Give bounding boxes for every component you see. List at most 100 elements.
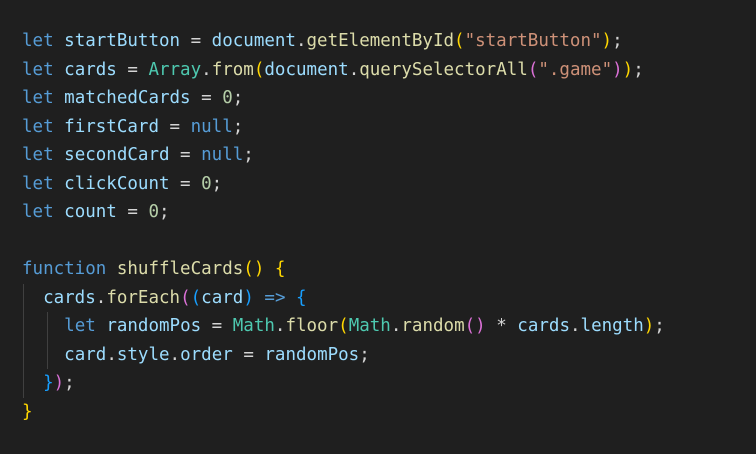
brace: { (296, 287, 307, 308)
operator: = (180, 31, 212, 51)
bracket: ) (243, 287, 254, 308)
object-name: cards (43, 287, 96, 308)
code-line-5: let secondCard = null; (22, 141, 756, 170)
object-name: document (211, 31, 296, 51)
code-line-6: let clickCount = 0; (22, 170, 756, 199)
property-name: order (180, 344, 233, 365)
keyword-let: let (22, 88, 54, 108)
bracket: ( (180, 287, 191, 308)
null-literal: null (190, 116, 233, 137)
class-name: Array (148, 59, 202, 80)
indent-guide (47, 340, 48, 369)
bracket: ( (253, 59, 265, 80)
keyword-let: let (22, 116, 54, 137)
operator: = (116, 59, 149, 80)
dot: . (106, 344, 117, 365)
keyword-let: let (22, 173, 54, 194)
indent-guide (23, 340, 24, 369)
code-editor[interactable]: let startButton = document.getElementByI… (0, 0, 756, 454)
semicolon: ; (159, 202, 170, 222)
dot: . (95, 287, 107, 308)
number-literal: 0 (201, 173, 212, 194)
code-line-11: let randomPos = Math.floor(Math.random()… (22, 312, 756, 341)
keyword-let: let (22, 31, 54, 51)
bracket: ) (612, 59, 623, 80)
variable-name: firstCard (64, 116, 159, 137)
semicolon: ; (211, 173, 223, 194)
indent-guide (23, 369, 24, 398)
class-name: Math (348, 316, 391, 336)
bracket: ( (190, 287, 202, 308)
bracket: ( (527, 59, 539, 80)
semicolon: ; (232, 116, 244, 137)
code-line-9: function shuffleCards() { (22, 255, 756, 284)
bracket: ) (622, 59, 634, 80)
dot: . (569, 316, 581, 336)
semicolon: ; (633, 59, 644, 80)
variable-name: secondCard (64, 145, 170, 165)
semicolon: ; (243, 145, 254, 165)
code-line-10: cards.forEach((card) => { (22, 283, 756, 312)
property-name: style (116, 344, 170, 365)
keyword-let: let (22, 59, 54, 80)
parameter-name: card (201, 287, 244, 308)
arrow-operator: => (264, 287, 286, 308)
code-line-13: }); (22, 369, 756, 398)
variable-name: clickCount (64, 173, 170, 194)
number-literal: 0 (148, 202, 159, 222)
property-name: length (580, 316, 644, 336)
operator: = (158, 116, 191, 137)
indent-guide (47, 312, 48, 341)
string-literal: ".game" (538, 59, 613, 80)
object-name: card (64, 344, 107, 365)
indent-guide (23, 312, 24, 341)
dot: . (201, 59, 212, 80)
bracket: () (243, 259, 265, 279)
class-name: Math (232, 316, 275, 336)
variable-name: startButton (64, 31, 181, 51)
bracket: ) (601, 31, 613, 51)
operator: = (169, 173, 202, 194)
bracket: ( (338, 316, 349, 336)
bracket: ) (643, 316, 655, 336)
code-line-7: let count = 0; (22, 198, 756, 227)
variable-name: randomPos (106, 316, 202, 336)
bracket: ) (53, 373, 65, 393)
code-line-12: card.style.order = randomPos; (22, 340, 756, 369)
operator: = (116, 202, 149, 222)
operator: = (232, 344, 265, 365)
code-line-2: let cards = Array.from(document.querySel… (22, 56, 756, 85)
semicolon: ; (654, 316, 665, 336)
bracket: () (464, 316, 486, 336)
dot: . (295, 31, 307, 51)
brace: { (274, 259, 286, 279)
object-name: cards (517, 316, 570, 336)
method-name: floor (285, 316, 339, 336)
semicolon: ; (359, 344, 370, 365)
dot: . (274, 316, 286, 336)
keyword-let: let (22, 145, 54, 165)
function-name: shuffleCards (116, 259, 244, 279)
dot: . (348, 59, 360, 80)
method-name: random (401, 316, 465, 336)
method-name: querySelectorAll (359, 59, 528, 80)
code-line-4: let firstCard = null; (22, 113, 756, 142)
operator: = (201, 316, 233, 336)
method-name: from (211, 59, 254, 80)
variable-name: cards (64, 59, 117, 80)
operator: = (169, 145, 202, 165)
string-literal: "startButton" (464, 31, 602, 51)
operator: * (485, 316, 518, 336)
code-line-14: } (22, 398, 756, 427)
variable-name: matchedCards (64, 88, 191, 108)
keyword-let: let (64, 316, 96, 336)
brace: } (43, 373, 54, 393)
method-name: forEach (106, 287, 181, 308)
object-name: document (264, 59, 349, 80)
dot: . (390, 316, 402, 336)
code-line-3: let matchedCards = 0; (22, 84, 756, 113)
semicolon: ; (612, 31, 623, 51)
brace: } (22, 401, 33, 422)
variable-name: randomPos (264, 344, 360, 365)
